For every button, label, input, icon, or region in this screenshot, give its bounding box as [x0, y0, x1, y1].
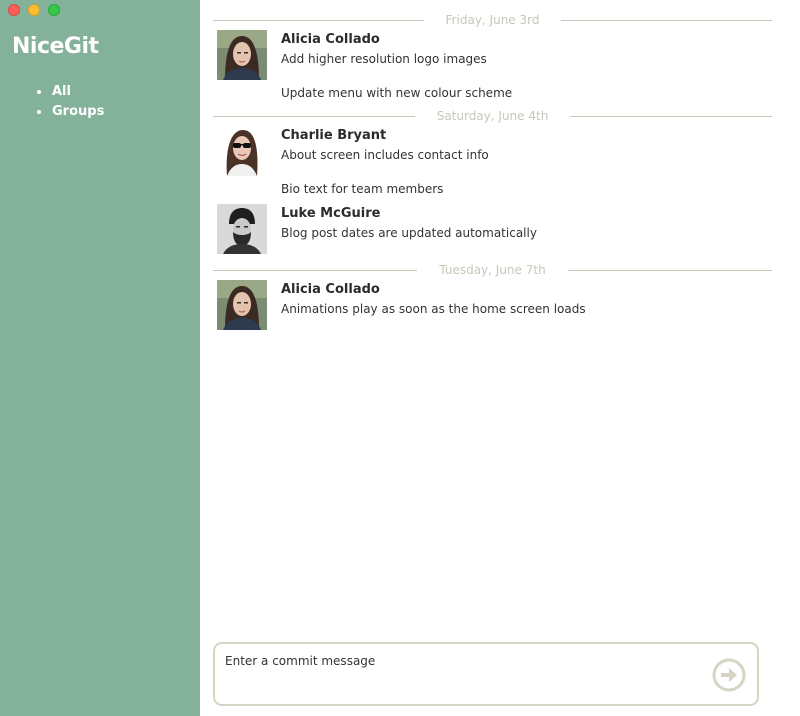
- date-separator: Friday, June 3rd: [213, 10, 773, 30]
- commit-message[interactable]: Animations play as soon as the home scre…: [281, 301, 772, 318]
- window-controls: [8, 4, 60, 16]
- sidebar: NiceGit All Groups: [0, 0, 200, 716]
- commit-message[interactable]: Blog post dates are updated automaticall…: [281, 225, 772, 242]
- date-separator: Tuesday, June 7th: [213, 260, 772, 280]
- commit-group-body: Charlie Bryant About screen includes con…: [281, 126, 772, 198]
- author-name[interactable]: Alicia Collado: [281, 31, 772, 49]
- divider: [213, 19, 424, 21]
- sidebar-nav: All Groups: [36, 82, 104, 122]
- date-label: Saturday, June 4th: [436, 109, 549, 123]
- date-label: Tuesday, June 7th: [439, 263, 546, 277]
- close-window-button[interactable]: [8, 4, 20, 16]
- date-separator: Saturday, June 4th: [213, 106, 773, 126]
- arrow-circle-right-icon: [712, 658, 746, 692]
- divider: [213, 115, 415, 117]
- commit-message-composer: [213, 642, 759, 706]
- alicia-avatar: [217, 30, 267, 80]
- divider: [567, 269, 772, 271]
- commit-message[interactable]: Bio text for team members: [281, 181, 772, 198]
- alicia-avatar: [217, 280, 267, 330]
- minimize-window-button[interactable]: [28, 4, 40, 16]
- divider: [213, 269, 418, 271]
- commit-group: Charlie Bryant About screen includes con…: [213, 126, 772, 198]
- commit-feed: Friday, June 3rd Alicia Collado Add high…: [213, 10, 773, 330]
- author-name[interactable]: Luke McGuire: [281, 205, 772, 223]
- commit-message[interactable]: Add higher resolution logo images: [281, 51, 772, 68]
- commit-group-body: Luke McGuire Blog post dates are updated…: [281, 204, 772, 242]
- author-name[interactable]: Alicia Collado: [281, 281, 772, 299]
- commit-message[interactable]: About screen includes contact info: [281, 147, 772, 164]
- sidebar-item-all[interactable]: All: [36, 82, 104, 102]
- author-name[interactable]: Charlie Bryant: [281, 127, 772, 145]
- commit-group: Luke McGuire Blog post dates are updated…: [213, 204, 772, 254]
- commit-feed-panel: Friday, June 3rd Alicia Collado Add high…: [200, 0, 800, 716]
- charlie-avatar: [217, 126, 267, 176]
- commit-message-input[interactable]: [225, 654, 695, 668]
- commit-group: Alicia Collado Add higher resolution log…: [213, 30, 772, 102]
- date-label: Friday, June 3rd: [445, 13, 540, 27]
- luke-avatar: [217, 204, 267, 254]
- app-window: NiceGit All Groups Friday, June 3rd Alic…: [0, 0, 800, 716]
- send-commit-button[interactable]: [712, 658, 746, 692]
- app-title: NiceGit: [12, 34, 99, 59]
- divider: [570, 115, 773, 117]
- commit-group: Alicia Collado Animations play as soon a…: [213, 280, 772, 330]
- commit-message[interactable]: Update menu with new colour scheme: [281, 85, 772, 102]
- commit-group-body: Alicia Collado Animations play as soon a…: [281, 280, 772, 318]
- maximize-window-button[interactable]: [48, 4, 60, 16]
- divider: [561, 19, 773, 21]
- commit-group-body: Alicia Collado Add higher resolution log…: [281, 30, 772, 102]
- sidebar-item-groups[interactable]: Groups: [36, 102, 104, 122]
